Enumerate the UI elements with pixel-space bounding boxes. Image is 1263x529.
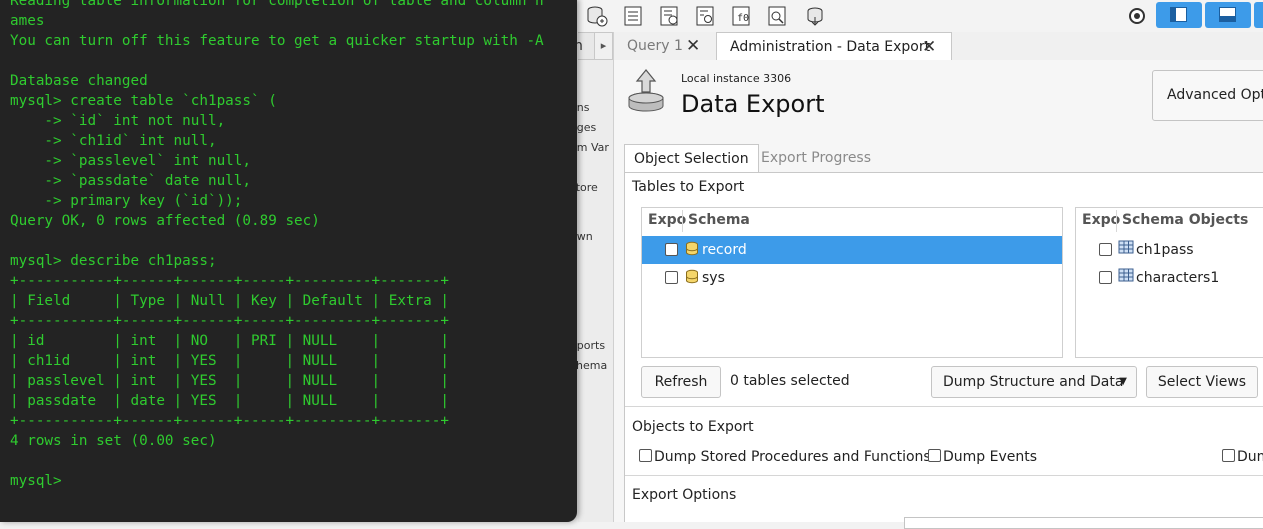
object-name: ch1pass (1136, 242, 1194, 258)
output-toggle-button[interactable] (1205, 2, 1251, 28)
export-checkbox[interactable] (665, 243, 678, 256)
tables-to-export-label: Tables to Export (632, 179, 745, 195)
select-views-button[interactable]: Select Views (1146, 366, 1258, 398)
view-icon[interactable]: f0 (730, 5, 752, 27)
terminal-output[interactable]: Reading table information for completion… (10, 0, 544, 491)
object-selection-panel: Tables to Export Expo Schema record sys … (624, 173, 1263, 522)
gear-icon[interactable] (1126, 5, 1148, 27)
chevron-down-icon: ▼ (1119, 376, 1127, 387)
terminal-window[interactable]: Reading table information for completion… (0, 0, 577, 522)
object-row-characters1[interactable]: characters1 (1076, 264, 1263, 292)
terminal-line: -> `passlevel` int null, (44, 153, 252, 169)
schema-db-icon (686, 269, 698, 284)
dump-type-value: Dump Structure and Data (943, 374, 1124, 390)
divider (625, 406, 1263, 407)
migration-icon[interactable] (804, 5, 826, 27)
new-schema-icon[interactable] (658, 5, 680, 27)
terminal-line: ames (10, 13, 45, 29)
terminal-line: -> `passdate` date null, (44, 173, 252, 189)
terminal-line: -> primary key (`id`)); (44, 193, 243, 209)
column-header-export[interactable]: Expo (648, 212, 686, 228)
object-row-ch1pass[interactable]: ch1pass (1076, 236, 1263, 264)
table-settings-icon[interactable] (694, 5, 716, 27)
editor-tab-bar: Query 1 ✕ Administration - Data Export ✕ (614, 32, 1263, 61)
export-checkbox[interactable] (665, 271, 678, 284)
schema-row-record[interactable]: record (642, 236, 1062, 264)
schema-name: record (702, 242, 747, 258)
close-icon[interactable]: ✕ (922, 33, 936, 61)
navigator-panel: n ons eges em Var store own eports chema (570, 32, 614, 522)
refresh-button[interactable]: Refresh (641, 366, 721, 398)
data-export-icon (626, 68, 666, 114)
close-icon[interactable]: ✕ (686, 32, 700, 60)
table-icon (1118, 268, 1134, 282)
main-toolbar: f0 (578, 0, 1263, 32)
dump-routines-label: Dump Stored Procedures and Functions (654, 449, 931, 465)
panel-scroll-arrow-icon[interactable]: ▸ (594, 32, 613, 60)
svg-text:f0: f0 (737, 13, 749, 24)
export-path-field[interactable] (904, 517, 1263, 529)
page-title: Data Export (681, 90, 825, 118)
tab-object-selection[interactable]: Object Selection (624, 144, 759, 173)
data-export-page: Local instance 3306 Data Export Advanced… (614, 60, 1263, 529)
terminal-line: | passlevel | int | YES | | NULL | | (10, 373, 449, 389)
dump-events-label: Dump Events (943, 449, 1038, 465)
column-header-export[interactable]: Expo (1082, 212, 1120, 228)
search-table-icon[interactable] (766, 5, 788, 27)
column-separator[interactable] (1116, 210, 1117, 232)
advanced-options-button[interactable]: Advanced Opti (1152, 70, 1263, 121)
selection-status: 0 tables selected (730, 373, 850, 389)
terminal-line: | Field | Type | Null | Key | Default | … (10, 293, 449, 309)
object-name: characters1 (1136, 270, 1220, 286)
column-header-schema-objects[interactable]: Schema Objects (1122, 212, 1248, 228)
sidebar-toggle-button[interactable] (1156, 2, 1202, 28)
secondary-sidebar-toggle-button[interactable] (1254, 2, 1263, 28)
terminal-line: Query OK, 0 rows affected (0.89 sec) (10, 213, 320, 229)
terminal-line: | id | int | NO | PRI | NULL | | (10, 333, 449, 349)
table-icon (1118, 240, 1134, 254)
terminal-line: -> `id` int not null, (44, 113, 226, 129)
dump-routines-checkbox[interactable]: Dump Stored Procedures and Functions (639, 448, 931, 465)
dump-triggers-checkbox[interactable]: Dum (1222, 448, 1263, 465)
terminal-line: | ch1id | int | YES | | NULL | | (10, 353, 449, 369)
instance-label: Local instance 3306 (681, 72, 792, 85)
db-connect-icon[interactable] (586, 5, 608, 27)
terminal-line: +-----------+------+------+-----+-------… (10, 413, 449, 429)
dump-triggers-label: Dum (1237, 449, 1263, 465)
terminal-line: You can turn off this feature to get a q… (10, 33, 544, 49)
schema-row-sys[interactable]: sys (642, 264, 1062, 292)
checkbox[interactable] (1222, 449, 1235, 462)
schema-tree[interactable]: Expo Schema record sys (641, 207, 1063, 358)
terminal-line: -> `ch1id` int null, (44, 133, 217, 149)
schema-db-icon (686, 241, 698, 256)
column-separator[interactable] (682, 210, 683, 232)
terminal-line: Database changed (10, 73, 148, 89)
tab-export-progress[interactable]: Export Progress (752, 144, 880, 172)
schema-objects-tree[interactable]: Expo Schema Objects ch1pass characters1 (1075, 207, 1263, 358)
checkbox[interactable] (928, 449, 941, 462)
tab-label: Administration - Data Export (730, 39, 931, 55)
terminal-line: +-----------+------+------+-----+-------… (10, 273, 449, 289)
export-checkbox[interactable] (1099, 271, 1112, 284)
terminal-line: | passdate | date | YES | | NULL | | (10, 393, 449, 409)
terminal-line: mysql> (10, 473, 71, 489)
objects-to-export-label: Objects to Export (632, 419, 754, 435)
terminal-line: mysql> create table `ch1pass` ( (10, 93, 277, 109)
terminal-line: +-----------+------+------+-----+-------… (10, 313, 449, 329)
tab-label: Query 1 (627, 38, 683, 54)
schema-name: sys (702, 270, 725, 286)
terminal-line: 4 rows in set (0.00 sec) (10, 433, 217, 449)
tab-administration-data-export[interactable]: Administration - Data Export ✕ (716, 32, 952, 61)
export-options-label: Export Options (632, 487, 737, 503)
terminal-line: mysql> describe ch1pass; (10, 253, 217, 269)
divider (625, 475, 1263, 476)
sql-file-icon[interactable] (622, 5, 644, 27)
terminal-line: Reading table information for completion… (10, 0, 544, 9)
dump-events-checkbox[interactable]: Dump Events (928, 448, 1037, 465)
column-header-schema[interactable]: Schema (688, 212, 750, 228)
dump-type-select[interactable]: Dump Structure and Data ▼ (931, 366, 1137, 398)
export-checkbox[interactable] (1099, 243, 1112, 256)
tab-query-1[interactable]: Query 1 ✕ (614, 32, 714, 60)
checkbox[interactable] (639, 449, 652, 462)
